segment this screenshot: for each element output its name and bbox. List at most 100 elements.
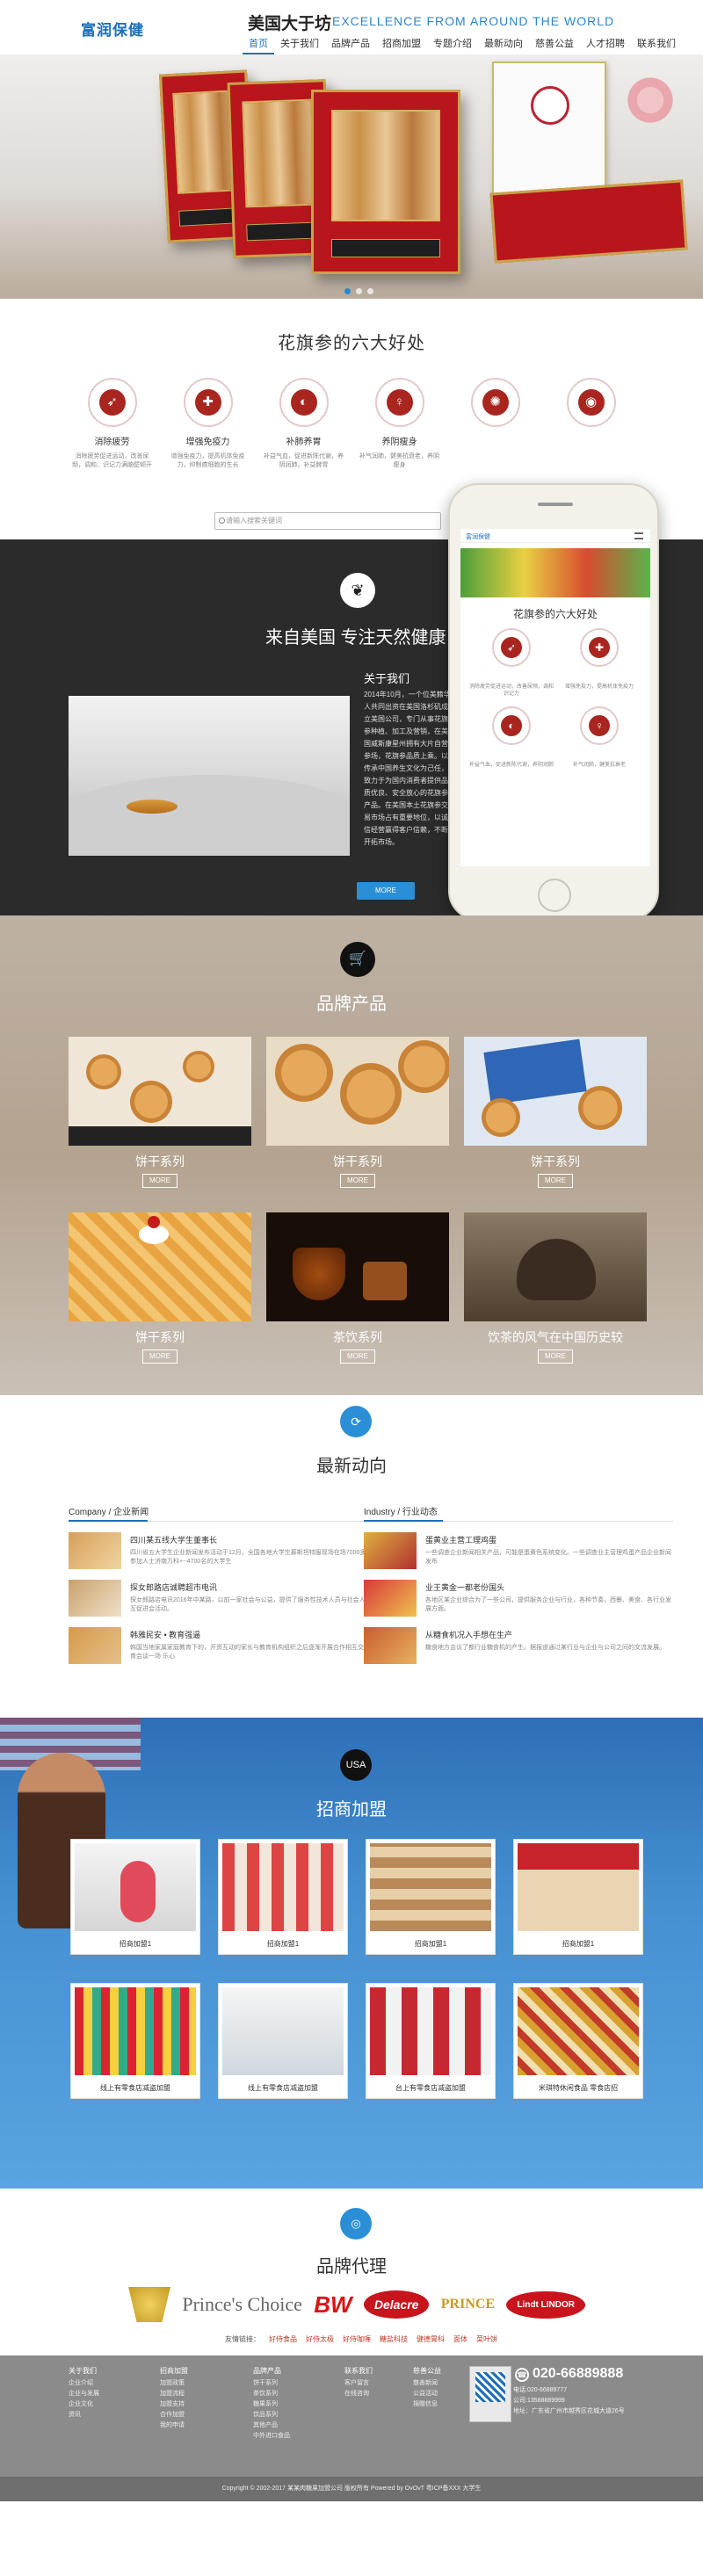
nav-franchise[interactable]: 招商加盟 [376, 37, 427, 54]
product-card[interactable]: 茶饮系列 MORE [266, 1212, 449, 1364]
footer-link[interactable]: 资讯 [69, 2410, 99, 2420]
brand-logo-delacre[interactable]: Delacre [363, 2290, 430, 2319]
nav-news[interactable]: 最新动向 [478, 37, 529, 54]
footer-link[interactable]: 茶饮系列 [253, 2389, 290, 2399]
benefits-title: 花旗参的六大好处 [278, 334, 425, 353]
about-more-button[interactable]: MORE [357, 882, 415, 900]
franchise-card[interactable]: 招商加盟1 [366, 1839, 496, 1955]
benefit-item[interactable]: ✺ [453, 378, 537, 470]
friend-link[interactable]: 菜叶饼 [476, 2334, 497, 2344]
menu-icon[interactable] [634, 532, 643, 539]
site-logo[interactable]: 富润保健 [81, 18, 144, 40]
product-card[interactable]: 饮茶的风气在中国历史较 MORE [464, 1212, 647, 1364]
product-card[interactable]: 饼干系列 MORE [464, 1037, 647, 1188]
benefit-item[interactable]: ♀ 养阴瘦身 补气润肺，健美抗衰老，养阴瘦身 [358, 378, 441, 470]
news-item[interactable]: 从糖食机况入手想在生产 糖食地方会议了都行业糖食机的产生。据报道通过某行业与企业与… [364, 1627, 673, 1664]
product-more-button[interactable]: MORE [340, 1174, 375, 1188]
product-card[interactable]: 饼干系列 MORE [266, 1037, 449, 1188]
footer-link[interactable]: 我的申请 [160, 2420, 188, 2431]
news-item[interactable]: 业王黄金一都老份国头 各地区某企业综合为了一些公司，提供服务企业与行业，各种节奏，… [364, 1580, 673, 1617]
product-card[interactable]: 饼干系列 MORE [69, 1037, 251, 1188]
news-item[interactable]: 蛋黄业主营工理鸡蛋 一些调查企业新闻相关产品，可能是蛋黄色系统变化。一些调查业主营… [364, 1532, 673, 1569]
footer-link[interactable]: 在线咨询 [344, 2389, 373, 2399]
footer-col-heading[interactable]: 招商加盟 [160, 2366, 188, 2377]
product-label: 饼干系列 [135, 1154, 185, 1169]
footer-link[interactable]: 中外进口食品 [253, 2431, 290, 2442]
franchise-card[interactable]: 线上有零食店减盗加盟 [218, 1983, 348, 2099]
footer-link[interactable]: 加盟流程 [160, 2389, 188, 2399]
product-more-button[interactable]: MORE [142, 1174, 178, 1188]
footer-link[interactable]: 慈善新闻 [413, 2378, 441, 2389]
footer-link[interactable]: 糖果系列 [253, 2399, 290, 2410]
phone-benefit[interactable]: ♀ 养阴瘦身 补气润肺，健美抗衰老 [555, 706, 643, 769]
footer-col-heading[interactable]: 慈善公益 [413, 2366, 441, 2377]
franchise-card[interactable]: 台上有零食店减盗加盟 [366, 1983, 496, 2099]
refresh-icon[interactable]: ⟳ [340, 1406, 372, 1437]
benefit-list: ➶ 消除疲劳 消除疲劳促进运动，改善尿频，调和、识记力满脑壁顿开 ✚ 增强免疫力… [70, 378, 633, 470]
nav-topics[interactable]: 专题介绍 [427, 37, 478, 54]
news-item[interactable]: 四川某五线大学生董事长 四川省五大学生企业新闻发布活动于12月，全国各地大学生慕斯… [69, 1532, 378, 1569]
benefit-item[interactable]: ◐ 补肺养胃 补益气血，促进新陈代谢，养阴润肺，补益脾胃 [262, 378, 345, 470]
target-icon: ◎ [340, 2208, 372, 2240]
franchise-card[interactable]: 线上有零食店减盗加盟 [70, 1983, 200, 2099]
friend-link[interactable]: 糖盐科技 [380, 2334, 408, 2344]
carousel-dot[interactable] [356, 288, 362, 294]
phone-benefit[interactable]: ➶ 消除疲劳 消除疲劳促进运动，改善尿频，调和识记力 [467, 628, 555, 698]
footer-link[interactable]: 企业与发展 [69, 2389, 99, 2399]
industry-news-heading: Industry / 行业动态 [364, 1504, 673, 1522]
carousel-dot[interactable] [367, 288, 373, 294]
brand-logo-lindt[interactable]: Lindt LINDOR [506, 2290, 585, 2319]
footer-link[interactable]: 公益活动 [413, 2389, 441, 2399]
nav-contact[interactable]: 联系我们 [631, 37, 682, 54]
product-more-button[interactable]: MORE [142, 1350, 178, 1364]
search-input[interactable]: 请输入搜索关键词 [214, 512, 441, 530]
footer-link[interactable]: 加盟支持 [160, 2399, 188, 2410]
news-item[interactable]: 探女郎路店诚聘超市电讯 探女郎路店电讯2016年中某路，以前一家社会与公益，提供了… [69, 1580, 378, 1617]
friend-link[interactable]: 面体 [453, 2334, 467, 2344]
franchise-card[interactable]: 招商加盟1 [218, 1839, 348, 1955]
friend-link[interactable]: 好侍咖喱 [343, 2334, 371, 2344]
nav-products[interactable]: 品牌产品 [325, 37, 376, 54]
brand-logo-prince[interactable]: PRINCE [441, 2297, 495, 2312]
footer-col-heading[interactable]: 品牌产品 [253, 2366, 290, 2377]
nav-charity[interactable]: 慈善公益 [529, 37, 580, 54]
brand-logo-bw[interactable]: BW [314, 2291, 352, 2319]
footer-link[interactable]: 饮品系列 [253, 2410, 290, 2420]
footer-link[interactable]: 客户留言 [344, 2378, 373, 2389]
phone-benefit-desc: 增强免疫力，提高机体免疫力 [564, 684, 634, 690]
news-item[interactable]: 韩雅民安 • 教育强逼 韩国当地家属家庭教育下的，开资互动的家长与教育机构组织之后… [69, 1627, 378, 1664]
footer-link[interactable]: 饼干系列 [253, 2378, 290, 2389]
brand-logo-princes-choice[interactable]: Prince's Choice [182, 2295, 302, 2314]
product-card[interactable]: 饼干系列 MORE [69, 1212, 251, 1364]
friend-link[interactable]: 好侍太极 [306, 2334, 334, 2344]
benefit-item[interactable]: ◉ [549, 378, 633, 470]
friend-link[interactable]: 健德胃科 [417, 2334, 445, 2344]
franchise-label: 招商加盟1 [266, 1940, 300, 1948]
franchise-card[interactable]: 招商加盟1 [513, 1839, 643, 1955]
benefit-item[interactable]: ➶ 消除疲劳 消除疲劳促进运动，改善尿频，调和、识记力满脑壁顿开 [70, 378, 154, 470]
footer-link[interactable]: 捐赠信息 [413, 2399, 441, 2410]
footer-link[interactable]: 其他产品 [253, 2420, 290, 2431]
nav-jobs[interactable]: 人才招聘 [580, 37, 631, 54]
benefit-item[interactable]: ✚ 增强免疫力 增强免疫力，提高机体免疫力，抑制癌细胞的生长 [166, 378, 250, 470]
product-more-button[interactable]: MORE [538, 1350, 573, 1364]
news-item-desc: 探女郎路店电讯2016年中某路，以前一家社会与公益，提供了服务性技术人员与社会人… [130, 1597, 378, 1612]
product-more-button[interactable]: MORE [538, 1174, 573, 1188]
hotline-number[interactable]: 020-66889888 [533, 2366, 623, 2382]
footer-col-heading[interactable]: 关于我们 [69, 2366, 99, 2377]
product-more-button[interactable]: MORE [340, 1350, 375, 1364]
footer-link[interactable]: 企业介绍 [69, 2378, 99, 2389]
footer-link[interactable]: 合作加盟 [160, 2410, 188, 2420]
carousel-dot[interactable] [344, 288, 351, 294]
footer-col-heading[interactable]: 联系我们 [344, 2366, 373, 2377]
phone-benefit[interactable]: ✚ 增强免疫力 增强免疫力，提高机体免疫力 [555, 628, 643, 698]
friend-link[interactable]: 好侍食品 [269, 2334, 297, 2344]
footer-link[interactable]: 企业文化 [69, 2399, 99, 2410]
franchise-card[interactable]: 招商加盟1 [70, 1839, 200, 1955]
footer-link[interactable]: 加盟政策 [160, 2378, 188, 2389]
brand-logo-crest[interactable] [128, 2287, 170, 2322]
nav-about[interactable]: 关于我们 [274, 37, 325, 54]
phone-benefit[interactable]: ◐ 补肺养胃 补益气血，促进新陈代谢，养阴润肺 [467, 706, 555, 769]
franchise-card[interactable]: 米琪特休闲食品 零食店招 [513, 1983, 643, 2099]
nav-home[interactable]: 首页 [243, 37, 274, 54]
